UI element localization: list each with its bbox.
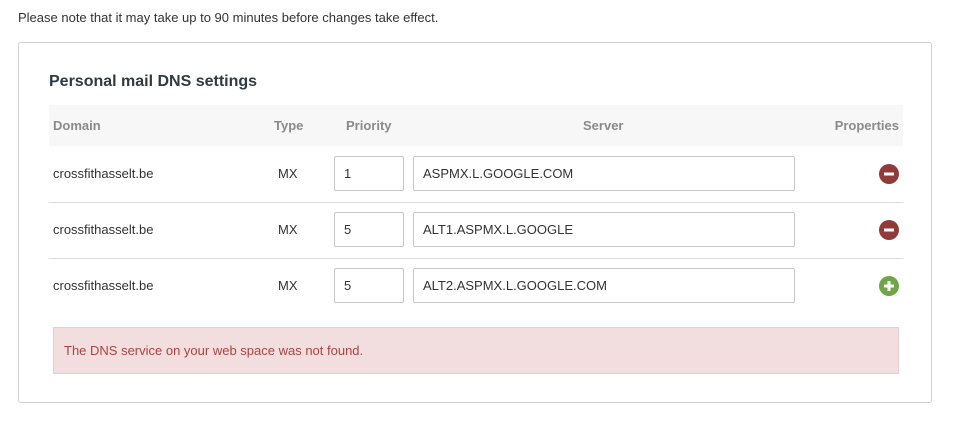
table-row: crossfithasselt.be MX [49,202,903,259]
record-type: MX [278,278,298,293]
column-header-type: Type [274,118,304,133]
priority-input[interactable] [334,156,404,191]
column-header-properties: Properties [834,118,899,133]
column-header-domain: Domain [53,118,101,133]
table-row: crossfithasselt.be MX [49,258,903,314]
record-domain: crossfithasselt.be [53,166,154,181]
server-input[interactable] [413,212,795,247]
server-input[interactable] [413,268,795,303]
priority-input[interactable] [334,212,404,247]
remove-icon[interactable] [879,220,899,240]
add-icon[interactable] [879,276,899,296]
record-domain: crossfithasselt.be [53,222,154,237]
panel-title: Personal mail DNS settings [49,73,258,90]
server-input[interactable] [413,156,795,191]
column-header-server: Server [583,118,624,133]
priority-input[interactable] [334,268,404,303]
remove-icon[interactable] [879,164,899,184]
error-alert: The DNS service on your web space was no… [53,327,899,374]
record-type: MX [278,166,298,181]
record-domain: crossfithasselt.be [53,278,154,293]
notice-text: Please note that it may take up to 90 mi… [18,10,439,25]
column-header-priority: Priority [346,118,392,133]
table-row: crossfithasselt.be MX [49,146,903,203]
record-type: MX [278,222,298,237]
dns-settings-panel: Personal mail DNS settings Domain Type P… [18,42,932,403]
table-header: Domain Type Priority Server Properties [49,105,903,146]
